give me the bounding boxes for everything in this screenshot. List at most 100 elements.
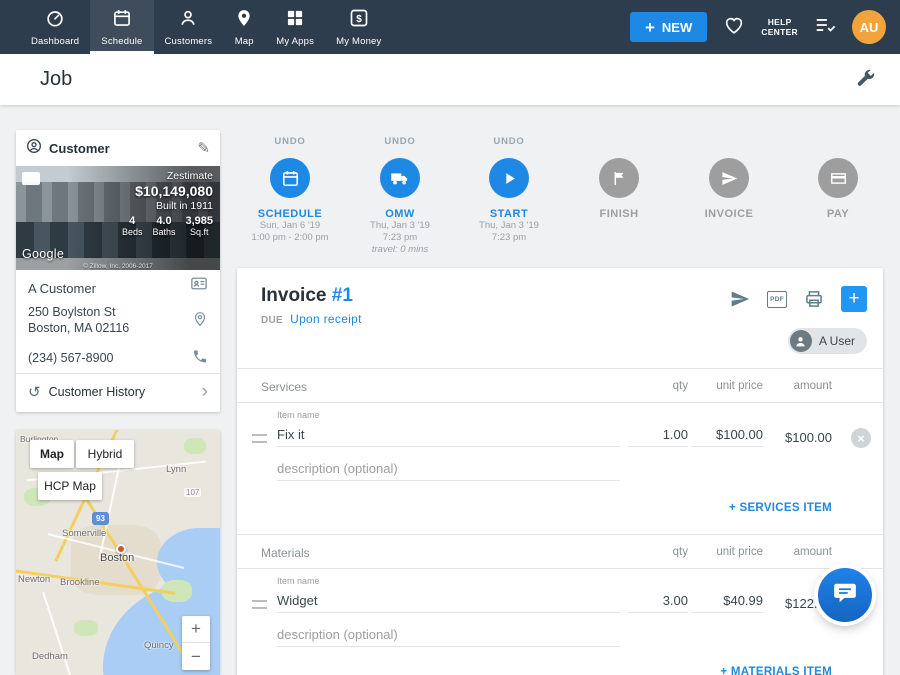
assigned-user-chip[interactable]: A User [788,328,867,354]
map-label: Brookline [60,577,100,588]
streetview-icon[interactable] [22,172,40,185]
route-shield-93: 93 [92,512,109,525]
send-invoice-icon[interactable] [730,289,750,309]
schedule-step-icon[interactable] [270,158,310,198]
service-item-name-input[interactable] [277,424,620,447]
undo-link[interactable]: UNDO [493,136,524,151]
drag-handle[interactable] [252,434,267,443]
help-center-link[interactable]: HELP CENTER [761,17,798,37]
service-qty-input[interactable] [628,424,688,447]
map-label: Lynn [166,464,186,475]
undo-link[interactable]: UNDO [384,136,415,151]
address-line1: 250 Boylston St [28,304,208,320]
add-services-item-link[interactable]: + SERVICES ITEM [729,502,832,514]
property-photo: Zestimate $10,149,080 Built in 1911 4Bed… [16,166,220,270]
qty-column-header: qty [673,546,688,558]
stat-baths: 4.0Baths [152,215,175,237]
finish-flag-icon[interactable] [599,158,639,198]
step-label: START [490,208,528,220]
map-label: Dedham [32,651,68,662]
nav-item-dashboard[interactable]: Dashboard [20,0,90,54]
qty-column-header: qty [673,380,688,392]
property-stats: 4Beds 4.0Baths 3,985Sq.ft [122,215,213,237]
route-number-label: 107 [184,488,201,497]
service-unit-price-input[interactable] [691,424,763,447]
remove-item-icon[interactable]: × [851,428,871,448]
pay-card-icon[interactable] [818,158,858,198]
customer-history-label: Customer History [49,385,202,399]
drag-handle[interactable] [252,600,267,609]
step-time: 7:23 pm [492,232,526,244]
zestimate-label: Zestimate [122,170,213,182]
omw-truck-icon[interactable] [380,158,420,198]
user-avatar[interactable]: AU [852,10,886,44]
page-header: Job [0,54,900,105]
materials-section-label: Materials [261,546,310,560]
nav-right-cluster: + NEW HELP CENTER AU [630,0,886,54]
zestimate-value: $10,149,080 [122,183,213,199]
zoom-in-button[interactable]: + [182,616,210,643]
tasks-checklist-icon[interactable] [814,14,836,41]
nav-item-schedule[interactable]: Schedule [90,0,153,54]
customer-history-row[interactable]: ↺ Customer History › [16,374,220,409]
customers-icon [178,8,198,33]
zestimate-overlay: Zestimate $10,149,080 Built in 1911 4Bed… [122,170,213,237]
help-center-line1: HELP [761,17,798,27]
edit-pencil-icon[interactable]: ✎ [197,139,210,157]
due-value-link[interactable]: Upon receipt [290,312,362,326]
nav-label: Map [235,36,254,47]
nav-item-my-money[interactable]: $ My Money [325,0,392,54]
map-canvas[interactable]: Burlington Lynn 107 93 Somerville Boston… [16,430,220,675]
customer-card-title: Customer [49,141,197,156]
start-play-icon[interactable] [489,158,529,198]
map-type-button-hcp[interactable]: HCP Map [38,472,102,500]
page-title: Job [40,68,72,91]
zoom-out-button[interactable]: − [182,643,210,670]
divider [237,402,883,403]
user-chip-avatar [790,330,812,352]
service-amount: $100.00 [785,430,832,445]
top-navbar: Dashboard Schedule Customers Map My Apps… [0,0,900,54]
chat-launcher-button[interactable] [818,568,872,622]
contact-card-icon[interactable] [190,275,208,296]
nav-label: My Apps [276,36,314,47]
add-invoice-item-button[interactable]: + [841,286,867,312]
invoice-number[interactable]: #1 [332,285,353,306]
material-description-input[interactable] [277,624,620,647]
map-zoom-control: + − [182,616,210,670]
customer-name: A Customer [28,281,96,296]
amount-column-header: amount [794,380,832,392]
job-tools-icon[interactable] [854,68,876,95]
heart-icon[interactable] [723,14,745,41]
invoice-send-icon[interactable] [709,158,749,198]
service-description-input[interactable] [277,458,620,481]
print-icon[interactable] [804,289,824,309]
customer-card-header: Customer ✎ [16,130,220,166]
step-label: INVOICE [705,208,754,220]
map-type-button-map[interactable]: Map [30,440,74,468]
material-unit-price-input[interactable] [691,590,763,613]
google-watermark: Google [22,247,64,261]
nav-item-my-apps[interactable]: My Apps [265,0,325,54]
map-type-button-hybrid[interactable]: Hybrid [76,440,134,468]
step-label: SCHEDULE [258,208,323,220]
new-button[interactable]: + NEW [630,12,707,42]
material-qty-input[interactable] [628,590,688,613]
material-item-name-input[interactable] [277,590,620,613]
divider [237,368,883,369]
help-center-line2: CENTER [761,27,798,37]
add-materials-item-link[interactable]: + MATERIALS ITEM [720,666,832,675]
step-date: Sun, Jan 6 '19 [260,220,320,232]
customer-icon [26,138,42,159]
step-travel: travel: 0 mins [372,244,429,256]
timeline-step-invoice: INVOICE [674,136,784,220]
nav-item-map[interactable]: Map [223,0,265,54]
location-pin-icon[interactable] [192,311,208,331]
nav-label: Schedule [101,36,142,47]
phone-icon[interactable] [192,348,208,367]
nav-item-customers[interactable]: Customers [154,0,224,54]
pdf-icon[interactable]: PDF [767,291,787,308]
divider [237,534,883,535]
undo-link[interactable]: UNDO [274,136,305,151]
customer-phone-row: (234) 567-8900 [16,342,220,374]
